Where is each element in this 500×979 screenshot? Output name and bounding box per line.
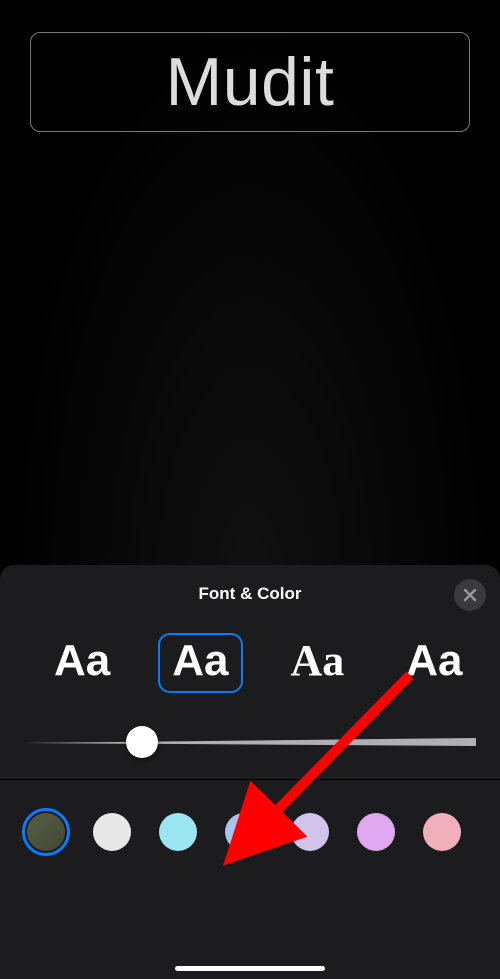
slider-track: [24, 738, 476, 746]
text-element-frame[interactable]: Mudit: [30, 32, 470, 132]
editor-canvas: Mudit Font & Color Aa Aa Aa Aa: [0, 0, 500, 979]
color-swatch-cyan[interactable]: [154, 808, 202, 856]
color-swatch-white[interactable]: [88, 808, 136, 856]
font-size-slider[interactable]: [24, 727, 476, 757]
close-icon: [463, 588, 477, 602]
color-options-row: [0, 780, 500, 856]
font-color-sheet: Font & Color Aa Aa Aa Aa: [0, 565, 500, 979]
font-option-4[interactable]: Aa: [392, 633, 476, 693]
close-button[interactable]: [454, 579, 486, 611]
slider-thumb[interactable]: [126, 726, 158, 758]
font-size-slider-container: [0, 693, 500, 779]
home-indicator[interactable]: [175, 966, 325, 971]
font-options-row: Aa Aa Aa Aa: [0, 623, 500, 693]
font-option-1[interactable]: Aa: [40, 633, 124, 693]
color-swatch-blue[interactable]: [220, 808, 268, 856]
color-swatch-purple[interactable]: [352, 808, 400, 856]
sheet-header: Font & Color: [0, 565, 500, 623]
color-swatch-pink[interactable]: [418, 808, 466, 856]
sheet-title: Font & Color: [199, 584, 302, 604]
color-swatch-lavender[interactable]: [286, 808, 334, 856]
font-option-3[interactable]: Aa: [277, 633, 359, 693]
font-option-2[interactable]: Aa: [158, 633, 242, 693]
color-swatch-olive[interactable]: [22, 808, 70, 856]
canvas-text[interactable]: Mudit: [166, 43, 335, 121]
